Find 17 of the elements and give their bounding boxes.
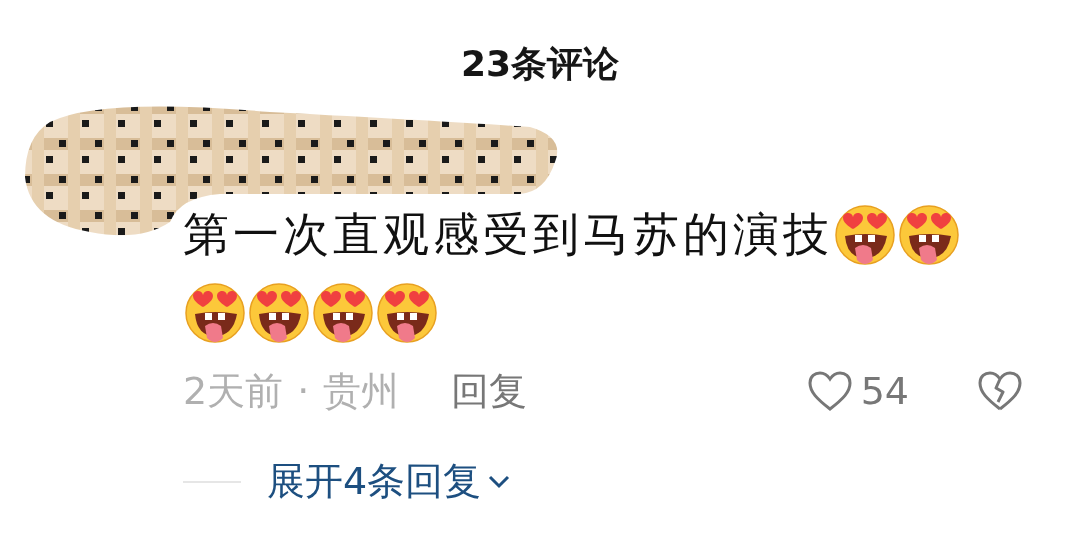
chevron-down-icon [487,473,512,490]
heart-eyes-emoji-icon [897,202,961,266]
broken-heart-icon[interactable] [977,370,1023,412]
comment-location: 贵州 [323,367,400,415]
heart-eyes-emoji-icon [247,280,311,344]
comment-text: 第一次直观感受到马苏的演技 [183,206,833,263]
like-count: 54 [860,369,909,413]
heart-eyes-emoji-icon [375,280,439,344]
expand-replies-button[interactable]: 展开4条回复 [267,456,512,507]
heart-eyes-emoji-icon [183,280,247,344]
comments-title: 23条评论 [459,42,621,86]
heart-icon[interactable] [806,370,853,412]
separator-dot: · [297,369,310,413]
reply-link[interactable]: 回复 [451,365,528,417]
heart-eyes-emoji-icon [833,202,897,266]
comment-time: 2天前 [183,367,284,415]
heart-eyes-emoji-icon [311,280,375,344]
